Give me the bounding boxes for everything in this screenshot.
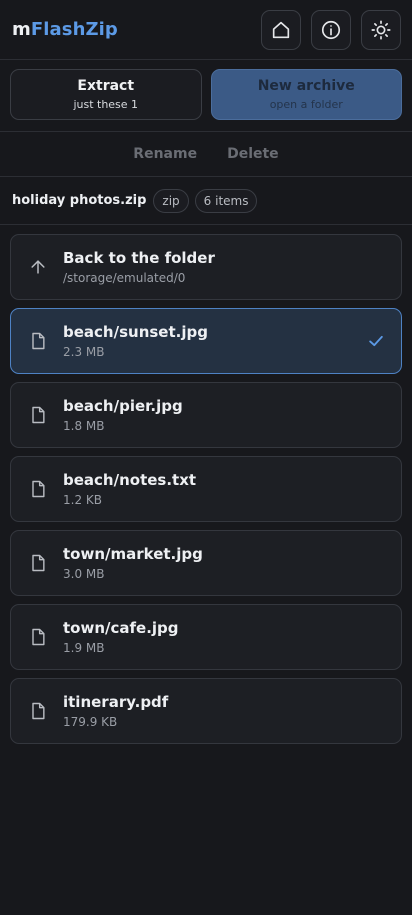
file-item[interactable]: town/market.jpg 3.0 MB: [10, 530, 402, 596]
file-size: 1.8 MB: [63, 419, 105, 433]
rename-button[interactable]: Rename: [133, 146, 197, 162]
arrow-up-icon: [27, 256, 49, 278]
file-size: 3.0 MB: [63, 567, 105, 581]
app-root: mFlashZip Extract just these 1 New archi…: [0, 0, 412, 915]
archive-count-badge: 6 items: [194, 188, 258, 213]
brand-prefix: m: [12, 19, 31, 40]
extract-button[interactable]: Extract just these 1: [10, 69, 202, 120]
file-size: 2.3 MB: [63, 345, 105, 359]
theme-toggle-button[interactable]: [361, 9, 401, 50]
secondary-actions: Rename Delete: [0, 131, 412, 177]
file-icon: [27, 700, 49, 722]
primary-actions: Extract just these 1 New archive open a …: [0, 60, 412, 130]
file-icon: [27, 626, 49, 648]
file-name: beach/pier.jpg: [63, 397, 183, 415]
file-item[interactable]: beach/sunset.jpg 2.3 MB: [10, 308, 402, 374]
extract-sublabel: just these 1: [73, 98, 139, 111]
delete-button[interactable]: Delete: [227, 146, 279, 162]
file-list: Back to the folder /storage/emulated/0 b…: [0, 225, 412, 744]
info-button[interactable]: [311, 9, 351, 50]
file-name: town/cafe.jpg: [63, 619, 179, 637]
archive-info: holiday photos.zip zip 6 items: [0, 177, 412, 225]
file-item[interactable]: beach/notes.txt 1.2 KB: [10, 456, 402, 522]
back-title: Back to the folder: [63, 249, 215, 267]
file-size: 179.9 KB: [63, 715, 118, 729]
file-icon: [27, 478, 49, 500]
app-header: mFlashZip: [0, 0, 412, 60]
new-archive-button[interactable]: New archive open a folder: [210, 69, 402, 120]
back-to-folder-item[interactable]: Back to the folder /storage/emulated/0: [10, 234, 402, 300]
file-icon: [27, 330, 49, 352]
file-item[interactable]: beach/pier.jpg 1.8 MB: [10, 382, 402, 448]
file-name: itinerary.pdf: [63, 693, 169, 711]
new-archive-sublabel: open a folder: [269, 98, 343, 111]
new-archive-label: New archive: [257, 78, 355, 94]
file-name: town/market.jpg: [63, 545, 203, 563]
file-item[interactable]: town/cafe.jpg 1.9 MB: [10, 604, 402, 670]
archive-format-badge: zip: [153, 188, 189, 213]
app-logo: mFlashZip: [12, 19, 118, 40]
file-item[interactable]: itinerary.pdf 179.9 KB: [10, 678, 402, 744]
brand-name: FlashZip: [30, 19, 118, 40]
file-icon: [27, 404, 49, 426]
file-name: beach/sunset.jpg: [63, 323, 208, 341]
extract-label: Extract: [77, 78, 135, 94]
file-size: 1.9 MB: [63, 641, 105, 655]
file-name: beach/notes.txt: [63, 471, 197, 489]
file-size: 1.2 KB: [63, 493, 102, 507]
file-rows: beach/sunset.jpg 2.3 MB beach/pier.jpg 1.8 …: [10, 308, 402, 744]
file-icon: [27, 552, 49, 574]
check-icon: [365, 330, 387, 352]
back-path: /storage/emulated/0: [63, 271, 186, 285]
home-button[interactable]: [261, 9, 301, 50]
home-icon: [272, 21, 290, 38]
info-icon: [321, 20, 341, 39]
archive-name: holiday photos.zip: [12, 193, 147, 208]
sun-icon: [371, 19, 391, 40]
header-buttons: [261, 9, 401, 50]
